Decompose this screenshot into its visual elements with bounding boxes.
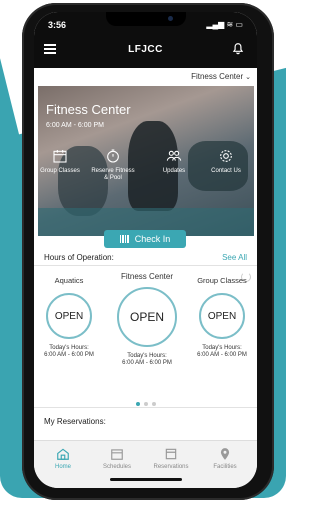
hours-heading: Hours of Operation:: [44, 253, 114, 262]
home-indicator: [110, 478, 182, 481]
status-time: 3:56: [48, 20, 67, 30]
quick-link-label: Updates: [162, 168, 186, 174]
facility-name: Aquatics: [54, 276, 84, 285]
app-title: LFJCC: [128, 44, 163, 55]
tab-label: Schedules: [102, 464, 132, 470]
facility-status-circle: OPEN: [117, 287, 177, 347]
page-dot[interactable]: [135, 402, 140, 406]
divider: [34, 407, 257, 408]
facility-dropdown[interactable]: Fitness Center ⌄: [191, 72, 251, 81]
home-icon: [57, 448, 69, 460]
bell-icon[interactable]: [231, 42, 245, 56]
see-all-link[interactable]: See All: [222, 253, 247, 262]
hero-hours: 6:00 AM - 6:00 PM: [46, 122, 104, 129]
ticket-icon: [165, 448, 177, 460]
app-screen: 3:56 ▂▄▆ ≋ ▭ LFJCC Fitness Center ⌄ Fitne…: [34, 12, 257, 488]
tab-schedules[interactable]: Schedules: [92, 445, 142, 470]
camera: [168, 16, 173, 21]
quick-link-label: Contact Us: [211, 168, 241, 174]
page-dot[interactable]: [143, 402, 148, 406]
facility-card-group-classes[interactable]: Group Classes OPEN Today's Hours: 6:00 AM…: [190, 276, 254, 359]
tab-label: Facilities: [213, 464, 237, 470]
page-dot[interactable]: [151, 402, 156, 406]
location-pin-icon: [220, 448, 230, 460]
gear-icon: [220, 150, 232, 162]
facility-hours-value: 6:00 AM - 6:00 PM: [122, 360, 172, 366]
tab-label: Home: [54, 464, 71, 470]
quick-link-group-classes[interactable]: Group Classes: [38, 148, 82, 175]
hero-title: Fitness Center: [46, 102, 131, 117]
check-in-button[interactable]: Check In: [104, 230, 186, 248]
tab-label: Reservations: [153, 464, 189, 470]
tab-facilities[interactable]: Facilities: [200, 445, 250, 470]
quick-link-reserve[interactable]: Reserve Fitness & Pool: [91, 148, 135, 182]
facility-status: OPEN: [129, 310, 164, 324]
top-bar: 3:56 ▂▄▆ ≋ ▭ LFJCC: [34, 12, 257, 68]
check-in-label: Check In: [134, 234, 171, 244]
barcode-icon: [119, 235, 129, 243]
facility-card-fitness-center[interactable]: Fitness Center OPEN Today's Hours: 6:00 A…: [112, 272, 182, 367]
divider: [34, 265, 257, 266]
quick-link-updates[interactable]: Updates: [152, 148, 196, 175]
facility-hours-value: 6:00 AM - 6:00 PM: [197, 352, 247, 358]
facility-card-aquatics[interactable]: Aquatics OPEN Today's Hours: 6:00 AM - 6:…: [38, 276, 100, 359]
people-icon: [166, 150, 182, 161]
facility-status-circle: OPEN: [46, 293, 92, 339]
tab-reservations[interactable]: Reservations: [146, 445, 196, 470]
notch: [106, 12, 186, 26]
facility-dropdown-value: Fitness Center: [191, 72, 244, 81]
facility-name: Group Classes: [197, 276, 247, 285]
facility-hours-label: Today's Hours:: [49, 345, 89, 351]
facility-hours: Today's Hours: 6:00 AM - 6:00 PM: [112, 353, 182, 367]
facility-status: OPEN: [207, 310, 237, 322]
facility-dropdown-row: Fitness Center ⌄: [34, 68, 257, 86]
facility-status: OPEN: [54, 310, 84, 322]
tab-home[interactable]: Home: [38, 445, 88, 470]
status-icons: ▂▄▆ ≋ ▭: [206, 20, 243, 29]
facility-hours-value: 6:00 AM - 6:00 PM: [44, 352, 94, 358]
reservations-heading: My Reservations:: [44, 417, 106, 426]
facility-name: Fitness Center: [120, 272, 174, 281]
quick-link-label: Group Classes: [40, 168, 80, 174]
stopwatch-icon: [107, 149, 119, 163]
facility-hours-label: Today's Hours:: [127, 353, 167, 359]
quick-link-label: Reserve Fitness & Pool: [91, 168, 135, 181]
facility-hours: Today's Hours: 6:00 AM - 6:00 PM: [190, 345, 254, 359]
quick-link-contact[interactable]: Contact Us: [204, 148, 248, 175]
facility-status-circle: OPEN: [199, 293, 245, 339]
hero-banner: Fitness Center 6:00 AM - 6:00 PM Group C…: [38, 86, 254, 236]
chevron-down-icon: ⌄: [245, 74, 251, 81]
facility-hours-label: Today's Hours:: [202, 345, 242, 351]
calendar-icon: [53, 150, 67, 163]
facility-hours: Today's Hours: 6:00 AM - 6:00 PM: [38, 345, 100, 359]
carousel-pagination: [34, 393, 257, 411]
calendar-icon: [111, 449, 123, 460]
